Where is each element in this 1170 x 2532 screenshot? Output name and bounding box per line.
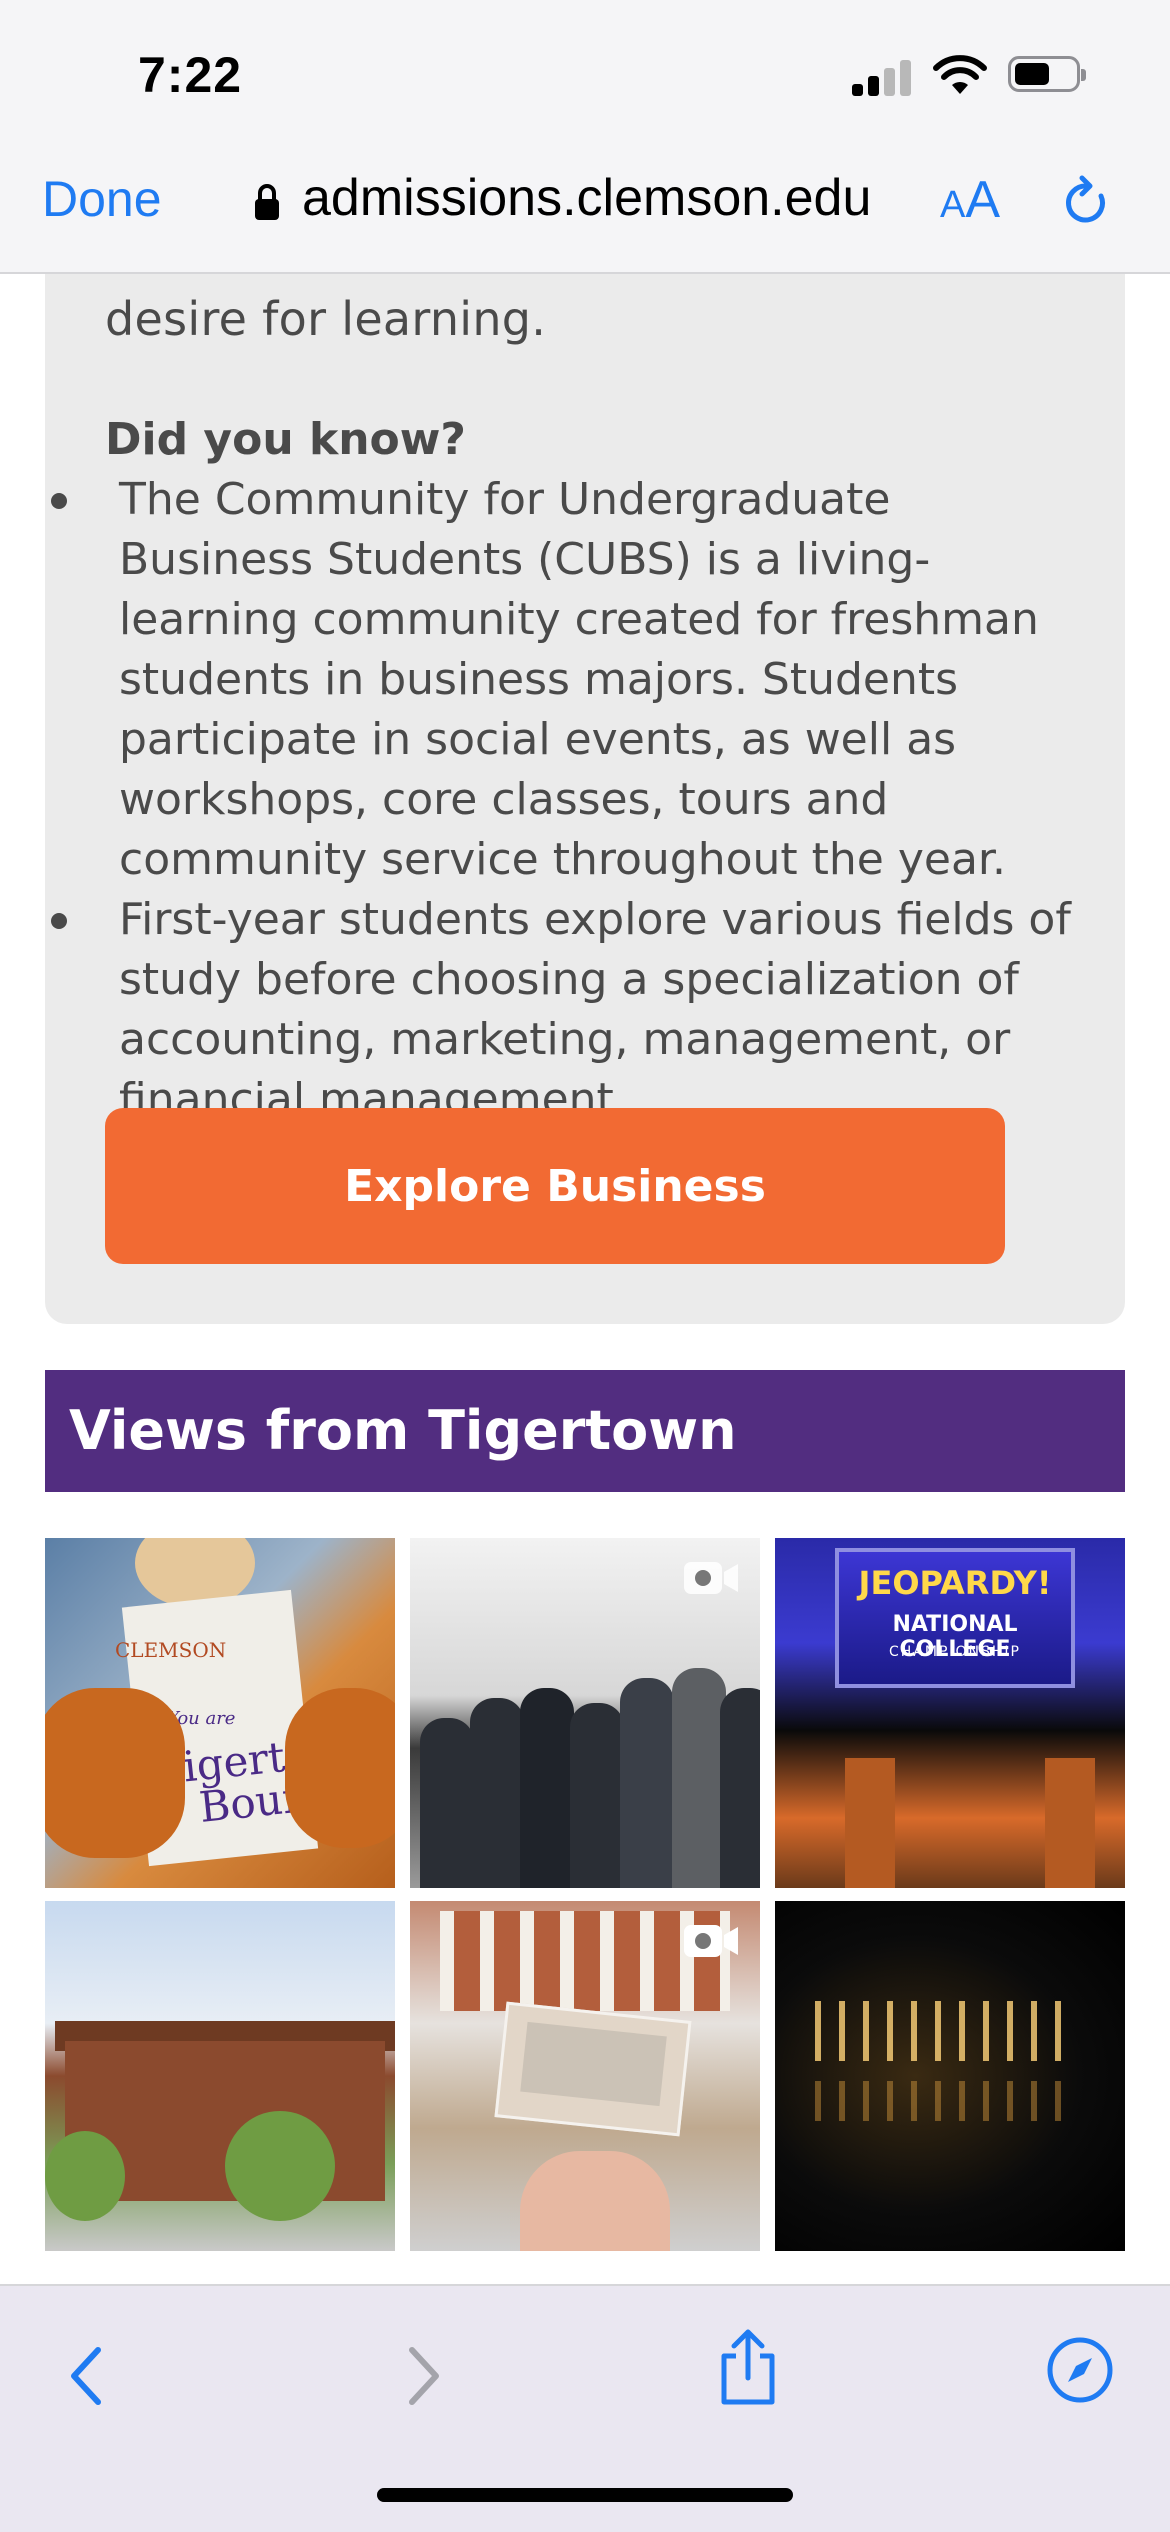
- text-size-button[interactable]: AA: [940, 170, 1000, 230]
- group-of-people: [410, 1658, 760, 1888]
- browser-url-bar: Done admissions.clemson.edu AA: [0, 140, 1170, 274]
- did-you-know-heading: Did you know?: [105, 414, 466, 465]
- status-bar: 7:22: [0, 0, 1170, 140]
- bullet-dot: [51, 493, 67, 509]
- lock-icon: [255, 184, 279, 220]
- cellular-signal-icon: [852, 56, 912, 96]
- jeopardy-championship: CHAMPIONSHIP: [888, 1644, 1021, 1660]
- list-item: The Community for Undergraduate Business…: [45, 470, 1125, 890]
- share-icon[interactable]: [716, 2328, 780, 2408]
- mascot-paw-left: [45, 1688, 185, 1858]
- battery-icon: [1008, 56, 1086, 92]
- chevron-left-icon[interactable]: [64, 2344, 108, 2408]
- gallery-tile-jeopardy[interactable]: JEOPARDY! NATIONAL COLLEGE CHAMPIONSHIP: [775, 1538, 1125, 1888]
- tree: [225, 2111, 335, 2221]
- jeopardy-title: JEOPARDY!: [858, 1564, 1052, 1602]
- tree: [45, 2131, 125, 2221]
- video-camera-icon: [684, 1562, 738, 1594]
- wifi-icon: [933, 55, 987, 94]
- bullet-text: The Community for Undergraduate Business…: [119, 474, 1039, 885]
- url-text[interactable]: admissions.clemson.edu: [302, 168, 871, 228]
- water-reflection: [815, 2081, 1075, 2121]
- views-from-tigertown-heading: Views from Tigertown: [45, 1370, 1125, 1492]
- jeopardy-screen: JEOPARDY! NATIONAL COLLEGE CHAMPIONSHIP: [835, 1548, 1075, 1688]
- gallery-tile-brick-building[interactable]: [45, 1901, 395, 2251]
- text-size-small-glyph: A: [940, 184, 966, 226]
- compass-icon[interactable]: [1046, 2336, 1114, 2404]
- chevron-right-icon[interactable]: [402, 2344, 446, 2408]
- intro-text: desire for learning.: [105, 292, 547, 346]
- podium: [845, 1758, 895, 1888]
- video-camera-icon: [684, 1925, 738, 1957]
- gallery-tile-tiger-mascot[interactable]: CLEMSON You are Tigertown Bound: [45, 1538, 395, 1888]
- bullet-text: First-year students explore various fiel…: [119, 894, 1071, 1125]
- gallery-tile-night-campus[interactable]: [775, 1901, 1125, 2251]
- did-you-know-list: The Community for Undergraduate Business…: [45, 470, 1125, 1130]
- info-card: desire for learning. Did you know? The C…: [45, 274, 1125, 1324]
- reload-icon[interactable]: [1060, 174, 1112, 230]
- mascot-paw-right: [285, 1688, 395, 1848]
- gallery-tile-postcard[interactable]: [410, 1901, 760, 2251]
- explore-business-button[interactable]: Explore Business: [105, 1108, 1005, 1264]
- status-time: 7:22: [138, 47, 243, 103]
- podium: [1045, 1758, 1095, 1888]
- bullet-dot: [51, 913, 67, 929]
- building-lights: [815, 2001, 1075, 2061]
- gallery-tile-officials[interactable]: [410, 1538, 760, 1888]
- text-size-large-glyph: A: [965, 171, 1001, 229]
- page-content: desire for learning. Did you know? The C…: [0, 274, 1170, 2284]
- home-indicator[interactable]: [377, 2488, 793, 2502]
- hand: [520, 2151, 670, 2251]
- postcard: [494, 2001, 692, 2137]
- letter-clemson-text: CLEMSON: [115, 1638, 227, 1662]
- list-item: First-year students explore various fiel…: [45, 890, 1125, 1130]
- done-button[interactable]: Done: [42, 170, 162, 228]
